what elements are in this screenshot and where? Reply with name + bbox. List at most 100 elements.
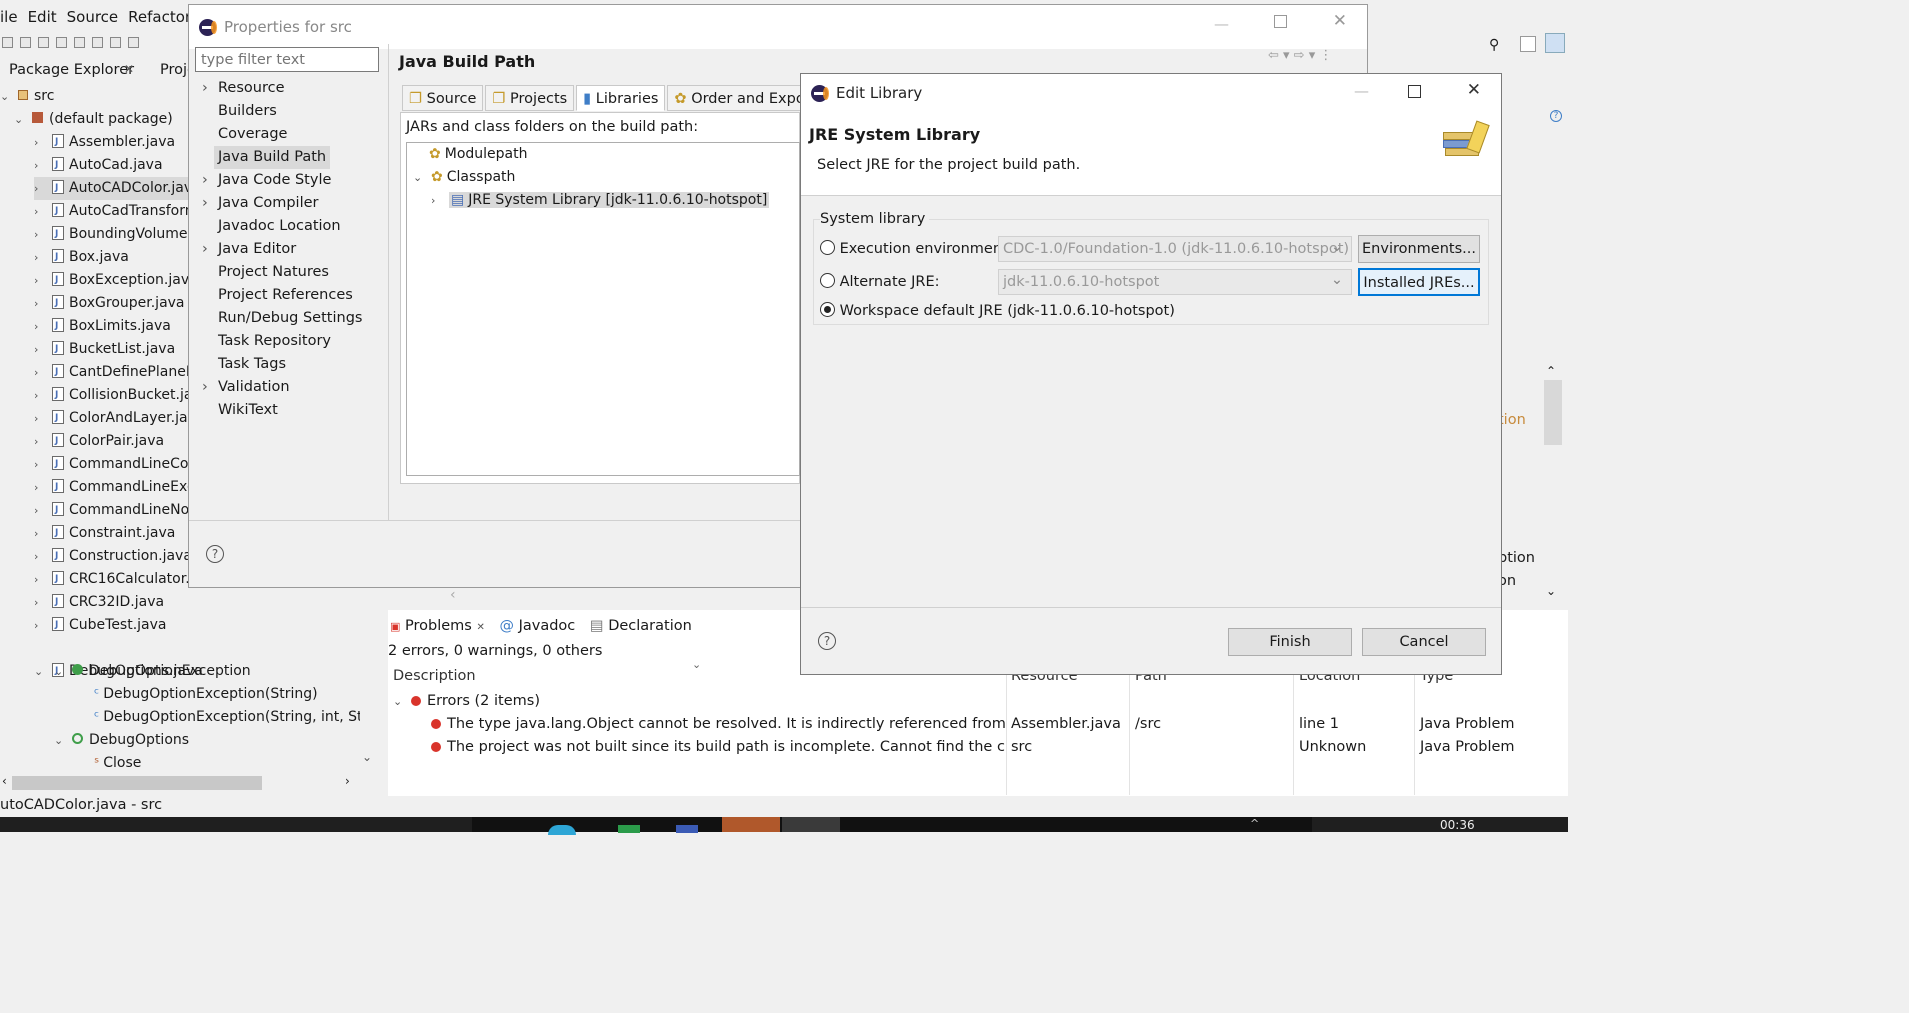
nav-item[interactable]: Task Tags xyxy=(218,353,286,376)
tree-file[interactable]: ›ColorPair.java xyxy=(34,430,164,453)
chevron-right-icon[interactable]: › xyxy=(34,453,52,476)
chevron-right-icon[interactable]: › xyxy=(34,568,52,591)
chevron-right-icon[interactable]: › xyxy=(202,169,208,192)
chevron-right-icon[interactable]: › xyxy=(34,177,52,200)
save-all-icon[interactable] xyxy=(38,37,49,48)
tree-file[interactable]: ›BoxGrouper.java xyxy=(34,292,185,315)
chevron-down-icon[interactable]: ⌄ xyxy=(413,166,431,189)
maximize-icon[interactable] xyxy=(1408,85,1421,98)
nav-item[interactable]: Java Editor xyxy=(218,238,296,261)
chevron-left-icon[interactable]: ‹ xyxy=(2,774,7,788)
nav-item[interactable]: Resource xyxy=(218,77,285,100)
chevron-up-icon[interactable]: ⌃ xyxy=(1546,364,1556,378)
finish-button[interactable]: Finish xyxy=(1228,628,1352,656)
horizontal-scrollbar[interactable]: ‹ › xyxy=(0,774,362,792)
new-icon[interactable] xyxy=(2,37,13,48)
tree-file[interactable]: ›BoundingVolume.j xyxy=(34,223,196,246)
menu-source[interactable]: Source xyxy=(67,8,119,32)
tree-ctor-1[interactable]: ᶜ DebugOptionException(String) xyxy=(94,683,318,706)
chevron-right-icon[interactable]: › xyxy=(202,238,208,261)
environments-button[interactable]: Environments... xyxy=(1358,235,1480,263)
tab-libraries[interactable]: ▮ Libraries xyxy=(576,85,666,111)
tree-file[interactable]: ›CRC16Calculator.ja xyxy=(34,568,202,591)
cancel-button[interactable]: Cancel xyxy=(1362,628,1486,656)
java-perspective-icon[interactable] xyxy=(1545,33,1565,53)
chevron-right-icon[interactable]: › xyxy=(34,522,52,545)
chevron-right-icon[interactable]: › xyxy=(34,269,52,292)
taskbar-app-icon[interactable] xyxy=(676,825,698,833)
alt-jre-select[interactable]: jdk-11.0.6.10-hotspot xyxy=(998,269,1352,295)
nav-item[interactable]: Java Code Style xyxy=(218,169,331,192)
tree-root[interactable]: ⌄ src xyxy=(0,85,54,108)
save-icon[interactable] xyxy=(20,37,31,48)
tree-field-close[interactable]: ˢ Close xyxy=(94,752,141,775)
minimize-icon[interactable]: — xyxy=(1354,82,1369,100)
tree-file[interactable]: ›CommandLineNoF xyxy=(34,499,197,522)
chevron-right-icon[interactable]: › xyxy=(34,200,52,223)
tree-file[interactable]: ›Construction.java xyxy=(34,545,192,568)
close-icon[interactable]: ✕ xyxy=(1333,11,1347,31)
chevron-right-icon[interactable]: › xyxy=(34,246,52,269)
tree-file[interactable]: ›CollisionBucket.jav xyxy=(34,384,201,407)
chevron-left-icon[interactable]: ‹ xyxy=(450,587,456,603)
nav-item[interactable]: Validation xyxy=(218,376,290,399)
tree-jre-library[interactable]: › ▤ JRE System Library [jdk-11.0.6.10-hots… xyxy=(431,189,770,212)
help-button[interactable]: ? xyxy=(206,545,224,563)
chevron-right-icon[interactable]: › xyxy=(34,292,52,315)
tab-javadoc[interactable]: @ Javadoc xyxy=(499,618,575,634)
chevron-down-icon[interactable]: ⌄ xyxy=(393,691,411,713)
nav-item[interactable]: Javadoc Location xyxy=(218,215,341,238)
tree-class-debugoptionexception[interactable]: ⌄ DebugOptionException xyxy=(54,660,251,683)
tree-file[interactable]: ›AutoCADColor.jav xyxy=(34,177,194,200)
tree-package[interactable]: ⌄ (default package) xyxy=(14,108,173,131)
chevron-right-icon[interactable]: › xyxy=(34,614,52,637)
chevron-right-icon[interactable]: › xyxy=(34,545,52,568)
edit-icon[interactable] xyxy=(74,37,85,48)
tab-declaration[interactable]: ▤ Declaration xyxy=(590,618,692,634)
menu-file[interactable]: ile xyxy=(0,8,18,32)
tree-file[interactable]: ›Assembler.java xyxy=(34,131,175,154)
problem-row-1-desc[interactable]: The type java.lang.Object cannot be reso… xyxy=(431,713,1005,735)
chevron-right-icon[interactable]: › xyxy=(202,77,208,100)
radio-icon[interactable] xyxy=(820,302,835,317)
taskbar-app-icon[interactable] xyxy=(722,817,780,832)
chevron-right-icon[interactable]: › xyxy=(34,476,52,499)
chevron-right-icon[interactable]: › xyxy=(34,407,52,430)
block-icon[interactable] xyxy=(110,37,121,48)
taskbar-app-icon[interactable] xyxy=(618,825,640,833)
nav-item[interactable]: Run/Debug Settings xyxy=(218,307,362,330)
tree-ctor-2[interactable]: ᶜ DebugOptionException(String, int, Stri xyxy=(94,706,360,729)
back-icon[interactable]: ⇦ ▾ ⇨ ▾ ⋮ xyxy=(1268,48,1332,63)
taskbar-app-icon[interactable] xyxy=(548,825,576,835)
filter-input[interactable] xyxy=(195,47,379,72)
tree-file[interactable]: ›BoxLimits.java xyxy=(34,315,171,338)
chevron-up-icon[interactable]: ^ xyxy=(1250,817,1259,830)
build-path-tree[interactable]: ✿ Modulepath ⌄ ✿ Classpath › ▤ JRE System Lib… xyxy=(406,142,800,476)
chevron-right-icon[interactable]: › xyxy=(34,223,52,246)
scroll-down-icon[interactable]: ⌄ xyxy=(362,750,372,764)
tree-file[interactable]: ›CantDefinePlaneEx xyxy=(34,361,203,384)
alt-jre-radio[interactable]: Alternate JRE: xyxy=(820,273,940,290)
chevron-right-icon[interactable]: › xyxy=(34,499,52,522)
tab-source[interactable]: ❐ Source xyxy=(402,85,484,111)
chevron-down-icon[interactable]: ⌄ xyxy=(54,660,72,683)
pilcrow-icon[interactable] xyxy=(128,37,139,48)
nav-item[interactable]: WikiText xyxy=(218,399,278,422)
chevron-right-icon[interactable]: › xyxy=(34,154,52,177)
radio-icon[interactable] xyxy=(820,240,835,255)
chevron-right-icon[interactable]: › xyxy=(34,430,52,453)
chevron-down-icon[interactable]: ⌄ xyxy=(0,85,18,108)
menu-refactor[interactable]: Refactor xyxy=(128,8,191,32)
tree-file[interactable]: ›AutoCad.java xyxy=(34,154,163,177)
tree-file[interactable]: ›CRC32ID.java xyxy=(34,591,164,614)
tab-projects[interactable]: ❐ Projects xyxy=(485,85,575,111)
nav-item[interactable]: Task Repository xyxy=(218,330,331,353)
maximize-icon[interactable] xyxy=(1274,15,1287,28)
tree-file[interactable]: ›CommandLineCor xyxy=(34,453,194,476)
workspace-default-radio[interactable]: Workspace default JRE (jdk-11.0.6.10-hot… xyxy=(820,302,1175,319)
tree-modulepath[interactable]: ✿ Modulepath xyxy=(429,143,527,166)
scrollbar-thumb[interactable] xyxy=(12,776,262,790)
tree-file[interactable]: ›Box.java xyxy=(34,246,129,269)
help-icon[interactable]: ? xyxy=(1550,110,1562,122)
tree-classpath[interactable]: ⌄ ✿ Classpath xyxy=(413,166,515,189)
